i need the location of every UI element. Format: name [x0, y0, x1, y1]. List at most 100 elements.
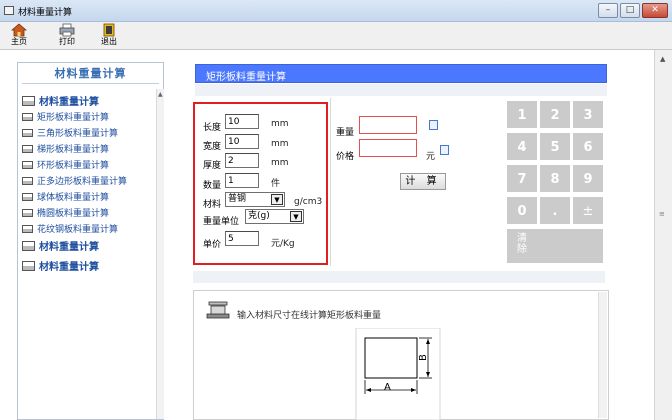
info-scrollbar[interactable] [598, 292, 607, 418]
key-6[interactable]: 6 [572, 132, 604, 161]
book-icon [22, 192, 33, 201]
page-title: 矩形板料重量计算 [206, 72, 286, 83]
print-button[interactable]: 打印 [50, 23, 84, 49]
weight-unit-select[interactable]: 克(g) ▼ [245, 209, 304, 224]
quantity-label: 数量 [203, 181, 222, 191]
key-1[interactable]: 1 [506, 100, 538, 129]
scroll-grip-icon[interactable]: ≡ [659, 210, 668, 220]
length-input[interactable] [225, 114, 259, 129]
title-bar: 材料重量计算 – □ ✕ [0, 0, 672, 22]
home-button[interactable]: 主页 [2, 23, 36, 49]
thickness-label: 厚度 [203, 161, 222, 171]
thickness-input[interactable] [225, 153, 259, 168]
sidebar-item-label: 球体板料重量计算 [37, 193, 110, 203]
key-plus-minus[interactable]: ± [572, 196, 604, 225]
scroll-up-icon[interactable]: ▲ [158, 91, 163, 98]
material-select[interactable]: 普钢 ▼ [225, 192, 285, 207]
dimension-a-label: A [384, 382, 391, 393]
window-title: 材料重量计算 [18, 8, 73, 18]
section-band [193, 271, 605, 283]
key-7[interactable]: 7 [506, 164, 538, 193]
weight-unit-label: 重量单位 [203, 217, 240, 227]
sidebar-item-rectangle-plate[interactable]: 矩形板料重量计算 [22, 110, 109, 124]
scroll-up-icon[interactable]: ▲ [660, 55, 665, 63]
sidebar-item-label: 花纹钢板料重量计算 [37, 225, 119, 235]
close-button[interactable]: ✕ [642, 3, 668, 18]
key-4[interactable]: 4 [506, 132, 538, 161]
key-3[interactable]: 3 [572, 100, 604, 129]
width-label: 宽度 [203, 142, 222, 152]
copy-weight-icon[interactable] [429, 120, 438, 130]
sidebar-item-sphere-plate[interactable]: 球体板料重量计算 [22, 190, 109, 204]
home-icon [11, 23, 27, 37]
sidebar-item-triangle-plate[interactable]: 三角形板料重量计算 [22, 126, 118, 140]
copy-price-icon[interactable] [440, 145, 449, 155]
material-label: 材料 [203, 200, 222, 210]
exit-icon [103, 23, 115, 37]
sidebar-item-checkered-plate[interactable]: 花纹钢板料重量计算 [22, 222, 118, 236]
key-0[interactable]: 0 [506, 196, 538, 225]
book-icon [22, 240, 35, 251]
sidebar-item-label: 椭圆板料重量计算 [37, 209, 110, 219]
book-icon [22, 112, 33, 121]
sidebar-item-label: 梯形板料重量计算 [37, 145, 110, 155]
calculate-button[interactable]: 计 算 [400, 173, 446, 190]
sidebar-divider [22, 83, 159, 84]
sidebar-item-ring-plate[interactable]: 环形板料重量计算 [22, 158, 109, 172]
sidebar-item-label: 材料重量计算 [39, 97, 99, 108]
book-icon [22, 224, 33, 233]
book-icon [22, 260, 35, 271]
price-result-field[interactable] [359, 139, 417, 157]
sidebar-item-material-weight-3[interactable]: 材料重量计算 [22, 258, 99, 273]
sidebar-item-trapezoid-plate[interactable]: 梯形板料重量计算 [22, 142, 109, 156]
sidebar-item-material-weight-2[interactable]: 材料重量计算 [22, 238, 99, 253]
book-icon [22, 144, 33, 153]
key-8[interactable]: 8 [539, 164, 571, 193]
weight-unit-value: 克(g) [248, 211, 270, 221]
clear-button[interactable]: 清 除 [506, 228, 604, 264]
length-unit: mm [271, 119, 289, 129]
unit-price-unit: 元/Kg [271, 239, 295, 249]
maximize-button[interactable]: □ [620, 3, 640, 18]
sidebar-item-label: 材料重量计算 [39, 242, 99, 253]
length-label: 长度 [203, 123, 222, 133]
key-2[interactable]: 2 [539, 100, 571, 129]
print-label: 打印 [59, 37, 75, 46]
weight-result-label: 重量 [336, 128, 355, 138]
width-input[interactable] [225, 134, 259, 149]
chevron-down-icon[interactable]: ▼ [271, 194, 283, 205]
sidebar: 材料重量计算 ▲ 材料重量计算 矩形板料重量计算 三角形板料重量计算 梯形板料重… [17, 62, 164, 420]
key-9[interactable]: 9 [572, 164, 604, 193]
key-decimal[interactable]: . [539, 196, 571, 225]
unit-price-label: 单价 [203, 240, 222, 250]
printer-icon [59, 23, 75, 37]
density-unit: g/cm3 [294, 197, 323, 207]
sidebar-title: 材料重量计算 [54, 67, 127, 80]
scale-icon [206, 301, 230, 319]
window-scrollbar[interactable]: ▲ ≡ [654, 50, 672, 420]
sidebar-scrollbar[interactable]: ▲ [156, 89, 164, 419]
sidebar-item-label: 环形板料重量计算 [37, 161, 110, 171]
unit-price-input[interactable] [225, 231, 259, 246]
sidebar-item-label: 矩形板料重量计算 [37, 113, 110, 123]
minimize-button[interactable]: – [598, 3, 618, 18]
quantity-input[interactable] [225, 173, 259, 188]
sidebar-item-polygon-plate[interactable]: 正多边形板料重量计算 [22, 174, 127, 188]
sidebar-item-label: 正多边形板料重量计算 [37, 177, 128, 187]
key-5[interactable]: 5 [539, 132, 571, 161]
sidebar-item-label: 材料重量计算 [39, 262, 99, 273]
exit-button[interactable]: 退出 [92, 23, 126, 49]
material-value: 普钢 [228, 194, 247, 204]
price-result-label: 价格 [336, 152, 355, 162]
chevron-down-icon[interactable]: ▼ [290, 211, 302, 222]
sidebar-item-ellipse-plate[interactable]: 椭圆板料重量计算 [22, 206, 109, 220]
price-unit: 元 [426, 152, 436, 162]
sidebar-item-material-weight[interactable]: 材料重量计算 [22, 93, 99, 108]
app-icon [4, 6, 14, 15]
sidebar-item-label: 三角形板料重量计算 [37, 129, 119, 139]
weight-result-field[interactable] [359, 116, 417, 134]
clear-label-2: 除 [517, 244, 527, 255]
exit-label: 退出 [101, 37, 117, 46]
book-icon [22, 176, 33, 185]
dimension-b-label: B [417, 354, 429, 361]
